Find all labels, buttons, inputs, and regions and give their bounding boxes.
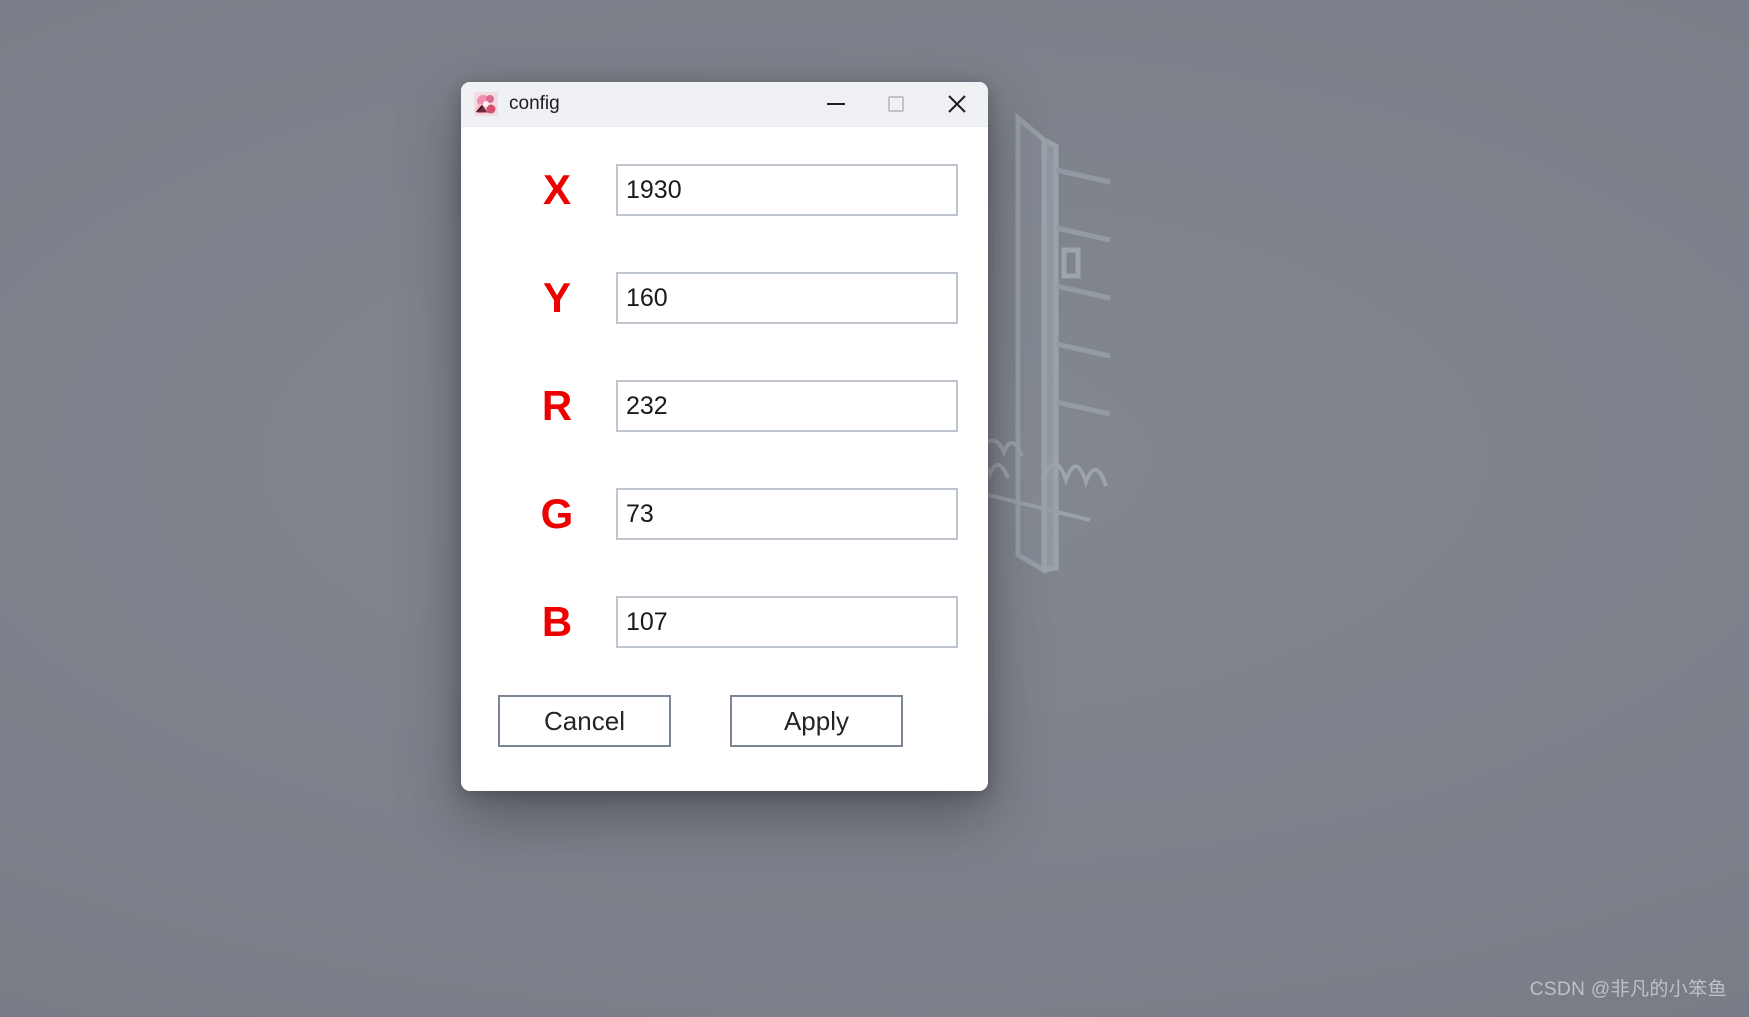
y-coordinate-input[interactable]: [616, 272, 958, 324]
maximize-button[interactable]: [866, 82, 926, 127]
title-bar[interactable]: config: [461, 82, 988, 127]
label-x: X: [542, 166, 571, 213]
close-button[interactable]: [926, 82, 988, 127]
green-channel-input[interactable]: [616, 488, 958, 540]
app-avatar-icon: [474, 92, 498, 116]
apply-button[interactable]: Apply: [730, 695, 903, 747]
field-row-r: R: [498, 379, 958, 433]
field-row-y: Y: [498, 271, 958, 325]
field-row-x: X: [498, 163, 958, 217]
csdn-watermark: CSDN @非凡的小笨鱼: [1529, 979, 1727, 1000]
red-channel-input[interactable]: [616, 380, 958, 432]
window-title: config: [509, 93, 560, 114]
close-icon: [948, 95, 966, 113]
config-dialog-window: config X Y R: [461, 82, 988, 791]
minimize-button[interactable]: [806, 82, 866, 127]
minimize-icon: [827, 103, 845, 105]
field-row-g: G: [498, 487, 958, 541]
maximize-icon: [888, 96, 904, 112]
label-g: G: [540, 490, 574, 537]
blue-channel-input[interactable]: [616, 596, 958, 648]
config-form: X Y R G B: [461, 127, 988, 707]
x-coordinate-input[interactable]: [616, 164, 958, 216]
desktop-background: config X Y R: [0, 0, 1749, 1017]
dialog-button-row: Cancel Apply: [461, 695, 988, 747]
cancel-button[interactable]: Cancel: [498, 695, 671, 747]
label-b: B: [541, 598, 573, 645]
label-y: Y: [542, 274, 571, 321]
field-row-b: B: [498, 595, 958, 649]
label-r: R: [541, 382, 573, 429]
background-sketch-illustration: [964, 112, 1111, 575]
